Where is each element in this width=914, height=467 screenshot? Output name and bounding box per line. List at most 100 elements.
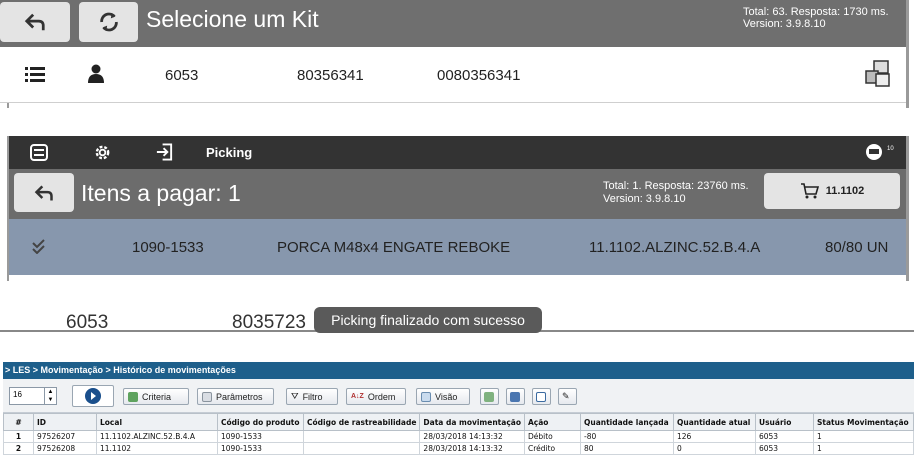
cell-local: 11.1102 — [96, 442, 218, 455]
table-header-row: # ID Local Código do produto Código de r… — [3, 413, 914, 431]
table-row[interactable]: 1 97526207 11.1102.ALZINC.52.B.4.A 1090-… — [3, 430, 914, 443]
criteria-icon — [128, 391, 138, 402]
les-toolbar: 16 ▲ ▼ Criteria Parâmetros ⛛ Filtro A↓Z Ord… — [3, 379, 914, 413]
kit-barcode: 0080356341 — [437, 67, 521, 84]
kit-header-bar: Selecione um Kit Total: 63. Resposta: 17… — [0, 0, 908, 47]
play-icon — [85, 388, 101, 404]
frame-edge-left — [7, 103, 9, 108]
item-location: 11.1102.ALZINC.52.B.4.A — [589, 239, 761, 256]
kit-code: 80356341 — [297, 67, 364, 84]
back-arrow-icon — [24, 13, 45, 31]
login-icon[interactable] — [155, 142, 174, 162]
export-button[interactable] — [480, 388, 499, 405]
back-button[interactable] — [14, 173, 74, 212]
user-icon — [88, 64, 104, 83]
column-header[interactable]: Ação — [523, 413, 581, 431]
filtro-label: Filtro — [302, 391, 323, 402]
partial-user-code: 6053 — [66, 312, 109, 332]
column-header[interactable]: Status Movimentação — [812, 413, 914, 431]
notification-count: 10 — [887, 146, 894, 152]
column-header[interactable]: Usuário — [754, 413, 814, 431]
cell-local: 11.1102.ALZINC.52.B.4.A — [96, 430, 218, 443]
cell-traceability-code — [302, 442, 421, 455]
picking-header-bar: Itens a pagar: 1 Total: 1. Resposta: 237… — [8, 169, 906, 219]
gear-icon[interactable] — [93, 143, 112, 162]
boxes-icon[interactable] — [862, 59, 892, 89]
spinner-arrows-icon[interactable]: ▲ ▼ — [44, 388, 56, 404]
partial-kit-code: 8035723 — [232, 312, 306, 332]
page-size-value: 16 — [13, 390, 22, 399]
cart-label: 11.1102 — [825, 185, 865, 197]
cell-product-code: 1090-1533 — [217, 442, 304, 455]
cell-action: Crédito — [523, 442, 581, 455]
criteria-label: Criteria — [142, 391, 172, 402]
wrench-icon: ✎ — [562, 391, 570, 401]
picking-topbar: Picking 10 — [8, 136, 906, 169]
cell-qty-posted: -80 — [579, 430, 674, 443]
cart-button[interactable]: 11.1102 — [764, 173, 900, 209]
funnel-icon: ⛛ — [291, 391, 299, 401]
success-toast: Picking finalizado com sucesso — [314, 307, 542, 333]
cell-user: 6053 — [754, 442, 814, 455]
save-button[interactable] — [506, 388, 525, 405]
refresh-button[interactable] — [79, 2, 138, 42]
cell-date: 28/03/2018 14:13:32 — [419, 442, 525, 455]
item-description: PORCA M48x4 ENGATE REBOKE — [277, 239, 511, 256]
column-header[interactable]: Código do produto — [217, 413, 304, 431]
table-row[interactable]: 2 97526208 11.1102 1090-1533 28/03/2018 … — [3, 442, 914, 455]
back-arrow-icon — [34, 184, 53, 200]
status-line-1: Total: 1. Resposta: 23760 ms. — [603, 180, 749, 192]
list-icon[interactable] — [25, 66, 45, 82]
status-line-2: Version: 3.9.8.10 — [603, 193, 686, 205]
cart-icon — [800, 183, 819, 199]
visao-button[interactable]: Visão — [416, 388, 470, 405]
tag-icon — [202, 391, 212, 402]
parametros-label: Parâmetros — [216, 391, 263, 402]
page-size-spinner[interactable]: 16 ▲ ▼ — [9, 387, 57, 405]
column-header[interactable]: # — [3, 413, 34, 431]
filtro-button[interactable]: ⛛ Filtro — [286, 388, 338, 405]
column-header[interactable]: ID — [33, 413, 97, 431]
visao-label: Visão — [435, 391, 458, 402]
kit-user-code: 6053 — [165, 67, 199, 84]
page-title: Selecione um Kit — [146, 6, 319, 32]
column-header[interactable]: Código de rastreabilidade — [302, 413, 421, 431]
column-header[interactable]: Quantidade lançada — [579, 413, 674, 431]
menu-icon[interactable] — [30, 144, 48, 161]
ordem-label: Ordem — [367, 391, 396, 402]
criteria-button[interactable]: Criteria — [123, 388, 189, 405]
breadcrumb: > LES > Movimentação > Histórico de movi… — [3, 362, 914, 379]
view-icon — [421, 391, 431, 402]
cell-id: 97526207 — [33, 430, 97, 443]
item-quantity: 80/80 UN — [825, 239, 889, 256]
cell-traceability-code — [302, 430, 421, 443]
checkmark-icon — [32, 239, 45, 254]
notification-button[interactable]: 10 — [864, 143, 898, 163]
run-button[interactable] — [72, 385, 114, 407]
cell-action: Débito — [523, 430, 581, 443]
frame-edge-right — [906, 136, 909, 281]
tools-button[interactable]: ✎ — [558, 388, 577, 405]
kit-row[interactable]: 6053 80356341 0080356341 — [0, 47, 908, 103]
cell-status: 1 — [812, 430, 914, 443]
parametros-button[interactable]: Parâmetros — [197, 388, 274, 405]
cell-qty-current: 126 — [672, 430, 756, 443]
cell-qty-posted: 80 — [579, 442, 674, 455]
back-button[interactable] — [0, 2, 70, 42]
page-title: Itens a pagar: 1 — [81, 180, 241, 206]
export-icon — [484, 391, 494, 402]
row-number: 2 — [3, 442, 34, 455]
frame-edge-right — [906, 0, 909, 108]
save-icon — [510, 391, 520, 402]
ordem-button[interactable]: A↓Z Ordem — [346, 388, 406, 405]
cell-user: 6053 — [754, 430, 814, 443]
column-header[interactable]: Quantidade atual — [672, 413, 756, 431]
column-header[interactable]: Data da movimentação — [419, 413, 525, 431]
picking-item-row[interactable]: 1090-1533 PORCA M48x4 ENGATE REBOKE 11.1… — [8, 219, 906, 275]
window-button[interactable] — [532, 388, 551, 405]
cell-qty-current: 0 — [672, 442, 756, 455]
column-header[interactable]: Local — [96, 413, 218, 431]
cell-id: 97526208 — [33, 442, 97, 455]
cell-date: 28/03/2018 14:13:32 — [419, 430, 525, 443]
chat-icon — [866, 144, 882, 160]
